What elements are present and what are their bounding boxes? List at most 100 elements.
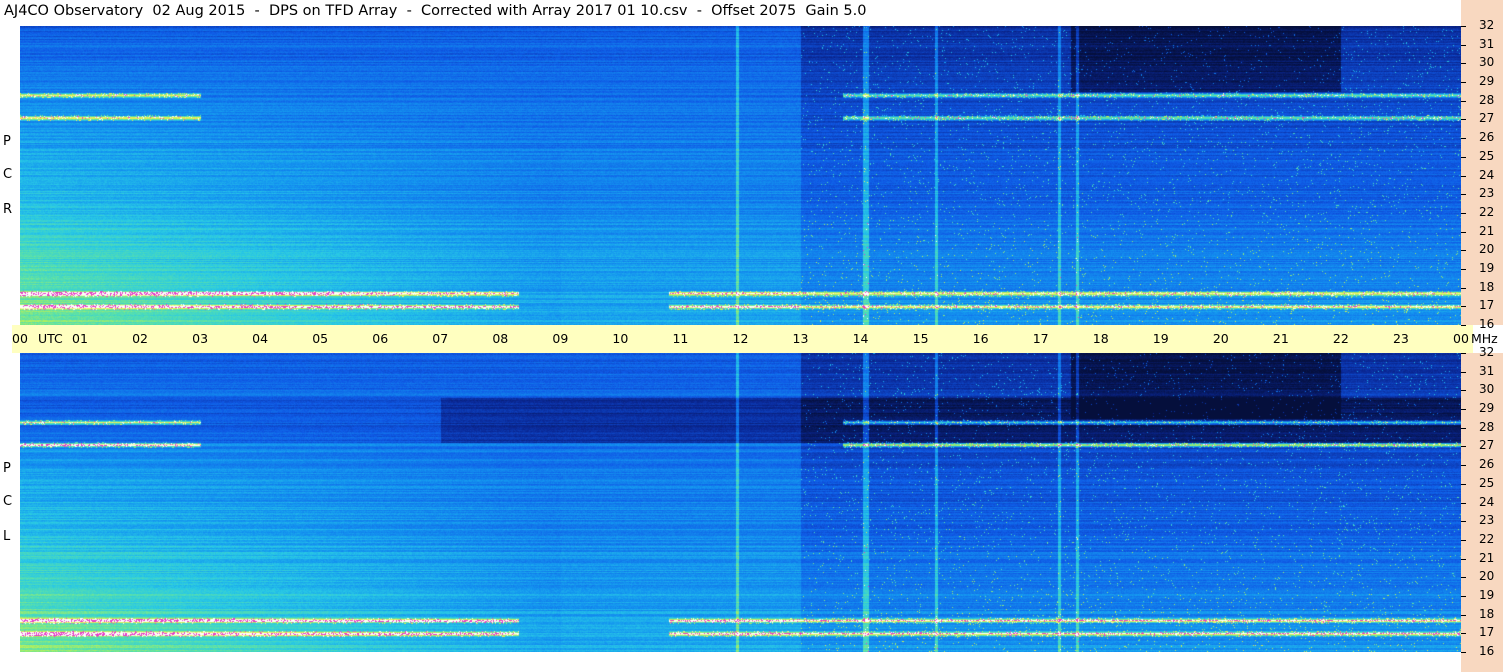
freq-tick-mark xyxy=(1461,63,1466,65)
rcp-frequency-axis: 16 17 18 19 20 21 22 23 24 25 26 27 28 29 30 31 32 xyxy=(1461,0,1503,331)
freq-tick-label: 29 xyxy=(1479,401,1495,416)
freq-tick-label: 22 xyxy=(1479,204,1495,219)
freq-tick-label: 32 xyxy=(1479,345,1495,359)
freq-tick-label: 26 xyxy=(1479,457,1495,472)
freq-tick-label: 28 xyxy=(1479,419,1495,434)
freq-tick-label: 18 xyxy=(1479,279,1495,294)
freq-tick-label: 25 xyxy=(1479,475,1495,490)
freq-tick-mark xyxy=(1461,287,1466,289)
freq-tick-label: 20 xyxy=(1479,569,1495,584)
freq-tick-mark xyxy=(1461,614,1466,616)
freq-tick-label: 24 xyxy=(1479,494,1495,509)
freq-tick-mark xyxy=(1461,465,1466,467)
freq-tick-mark xyxy=(1461,390,1466,392)
freq-tick-mark xyxy=(1461,26,1466,27)
utc-tick-label: 00 xyxy=(12,331,28,346)
rcp-label-c: C xyxy=(3,167,13,182)
chart-title: AJ4CO Observatory 02 Aug 2015 - DPS on T… xyxy=(4,3,867,19)
freq-tick-mark xyxy=(1461,138,1466,140)
utc-tick-label: 15 xyxy=(912,331,929,346)
freq-tick-mark xyxy=(1461,502,1466,504)
freq-tick-mark xyxy=(1461,268,1466,270)
utc-tick-label: 13 xyxy=(792,331,809,346)
utc-tick-label: 10 xyxy=(612,331,629,346)
utc-tick-label: 01 xyxy=(72,331,88,346)
lcp-frequency-axis: 16 17 18 19 20 21 22 23 24 25 26 27 28 29 30 31 32 xyxy=(1461,345,1503,672)
mhz-axis-label: MHz xyxy=(1471,331,1498,346)
utc-time-axis: 00 01 02 03 04 05 06 07 08 09 10 11 12 13 14 15 16 17 18 19… xyxy=(12,325,1498,353)
freq-tick-mark xyxy=(1461,119,1466,121)
rcp-label-r: P xyxy=(3,134,11,149)
freq-tick-mark xyxy=(1461,353,1466,354)
utc-tick-label: 22 xyxy=(1332,331,1349,346)
lcp-side-label: P C L xyxy=(0,353,20,650)
utc-tick-label: 20 xyxy=(1212,331,1229,346)
rcp-heatmap-canvas xyxy=(20,26,1461,325)
utc-tick-label: 00 xyxy=(1453,331,1469,346)
freq-tick-label: 24 xyxy=(1479,167,1495,182)
freq-tick-mark xyxy=(1461,44,1466,46)
freq-tick-label: 21 xyxy=(1479,550,1495,565)
freq-tick-label: 18 xyxy=(1479,606,1495,621)
utc-tick-label: 04 xyxy=(252,331,269,346)
utc-tick-label: 23 xyxy=(1392,331,1409,346)
utc-tick-label: 05 xyxy=(312,331,329,346)
freq-tick-label: 32 xyxy=(1479,18,1495,32)
freq-tick-mark xyxy=(1461,427,1466,429)
freq-tick-label: 23 xyxy=(1479,186,1495,201)
utc-tick-label: 12 xyxy=(732,331,749,346)
freq-tick-label: 19 xyxy=(1479,587,1495,602)
utc-tick-label: 08 xyxy=(492,331,509,346)
freq-tick-mark xyxy=(1461,231,1466,233)
rcp-label-p: R xyxy=(3,202,13,217)
freq-tick-label: 17 xyxy=(1479,298,1495,313)
freq-tick-label: 31 xyxy=(1479,36,1495,51)
freq-tick-mark xyxy=(1461,325,1466,326)
lcp-label-c: C xyxy=(3,494,13,509)
freq-tick-mark xyxy=(1461,446,1466,448)
freq-tick-label: 27 xyxy=(1479,111,1495,126)
freq-tick-mark xyxy=(1461,539,1466,541)
utc-tick-label: 18 xyxy=(1092,331,1109,346)
freq-tick-mark xyxy=(1461,250,1466,252)
utc-tick-label: 11 xyxy=(672,331,689,346)
rcp-spectrogram xyxy=(20,26,1461,325)
utc-tick-label: 14 xyxy=(852,331,869,346)
freq-tick-mark xyxy=(1461,156,1466,158)
freq-tick-label: 29 xyxy=(1479,74,1495,89)
freq-tick-mark xyxy=(1461,175,1466,177)
freq-tick-mark xyxy=(1461,82,1466,84)
freq-tick-mark xyxy=(1461,558,1466,560)
utc-tick-label: 17 xyxy=(1032,331,1049,346)
freq-tick-mark xyxy=(1461,652,1466,653)
utc-tick-label: 21 xyxy=(1272,331,1289,346)
freq-tick-label: 28 xyxy=(1479,92,1495,107)
freq-tick-label: 26 xyxy=(1479,130,1495,145)
freq-tick-label: 17 xyxy=(1479,625,1495,640)
utc-tick-label: 09 xyxy=(552,331,569,346)
freq-tick-label: 22 xyxy=(1479,531,1495,546)
freq-tick-mark xyxy=(1461,371,1466,373)
freq-tick-label: 21 xyxy=(1479,223,1495,238)
utc-tick-label: 02 xyxy=(132,331,148,346)
freq-tick-mark xyxy=(1461,595,1466,597)
utc-tick-label: 03 xyxy=(192,331,209,346)
rcp-side-label: P C R xyxy=(0,26,20,323)
freq-tick-label: 16 xyxy=(1479,317,1495,331)
freq-tick-label: 30 xyxy=(1479,382,1495,397)
freq-tick-mark xyxy=(1461,483,1466,485)
utc-tick-label: 19 xyxy=(1152,331,1169,346)
freq-tick-mark xyxy=(1461,633,1466,635)
lcp-heatmap-canvas xyxy=(20,353,1461,652)
freq-tick-label: 27 xyxy=(1479,438,1495,453)
utc-tick-label: 07 xyxy=(432,331,449,346)
utc-axis-label: UTC xyxy=(38,331,63,346)
freq-tick-label: 19 xyxy=(1479,260,1495,275)
freq-tick-label: 25 xyxy=(1479,148,1495,163)
utc-tick-label: 16 xyxy=(972,331,989,346)
freq-tick-label: 31 xyxy=(1479,363,1495,378)
freq-tick-label: 20 xyxy=(1479,242,1495,257)
lcp-label-p: L xyxy=(3,529,11,544)
freq-tick-mark xyxy=(1461,212,1466,214)
freq-tick-mark xyxy=(1461,577,1466,579)
